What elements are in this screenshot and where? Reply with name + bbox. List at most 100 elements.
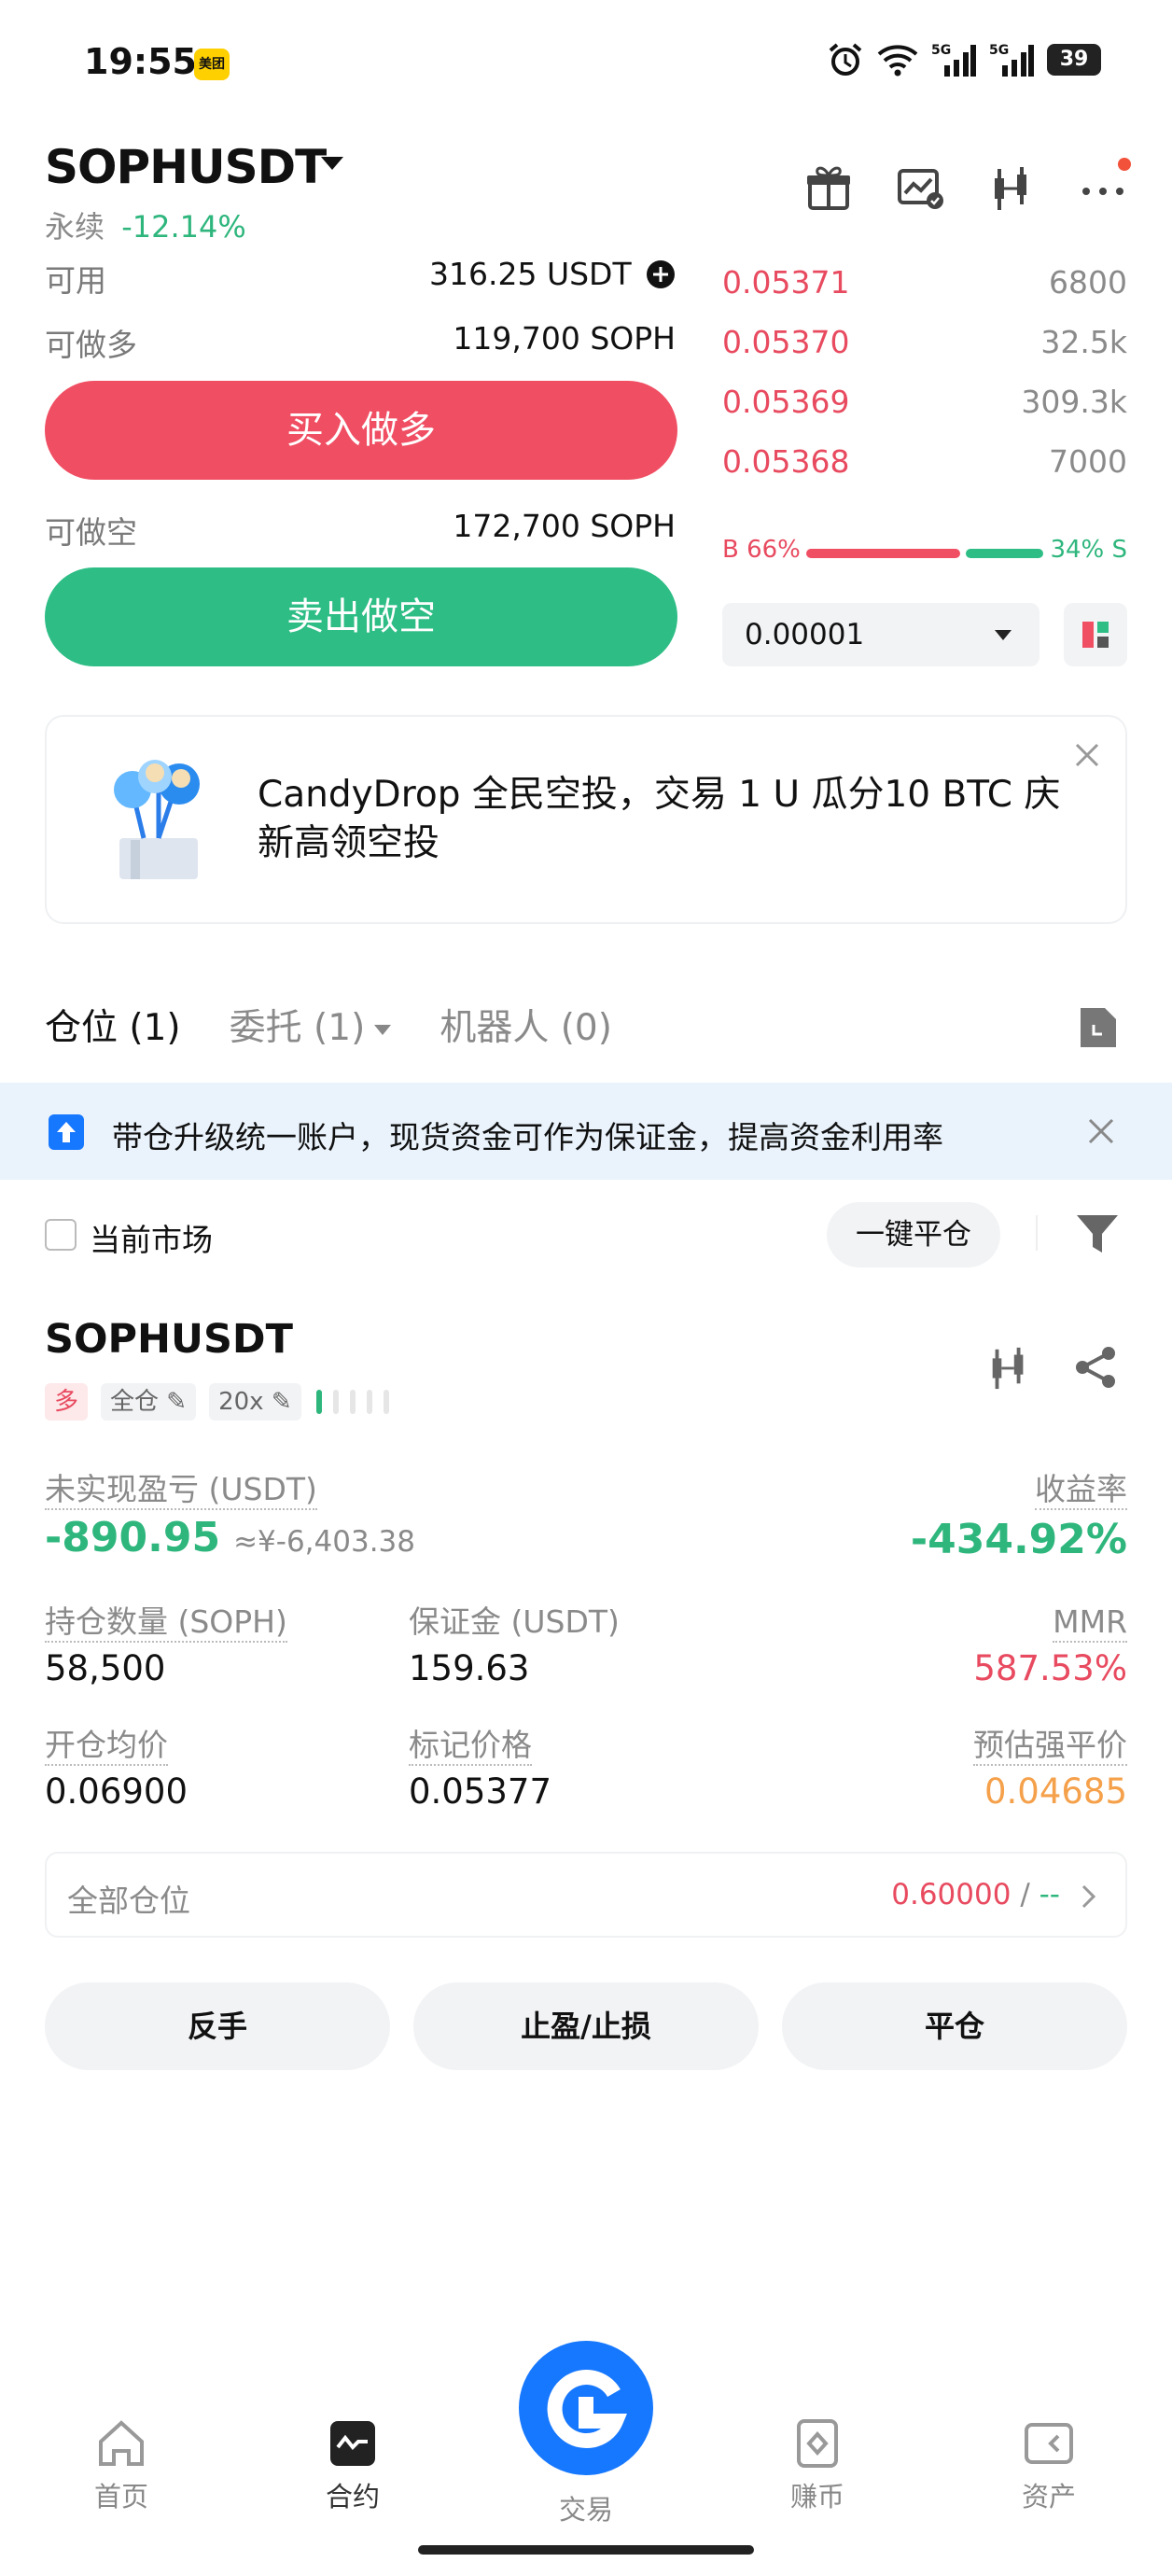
precision-value: 0.00001 (745, 618, 865, 651)
close-position-button[interactable]: 平仓 (782, 1982, 1127, 2070)
header-actions (804, 158, 1131, 212)
more-menu-icon[interactable] (1079, 158, 1131, 212)
divider (1036, 1215, 1038, 1251)
futures-icon (330, 2421, 375, 2466)
close-icon[interactable] (1073, 741, 1101, 769)
buy-sell-ratio: B 66% 34% S (722, 536, 1127, 569)
tab-positions[interactable]: 仓位 (1) (45, 999, 181, 1051)
notice-text: 带仓升级统一账户，现货资金可作为保证金，提高资金利用率 (112, 1119, 943, 1155)
margin-label: 保证金 (USDT) (409, 1603, 620, 1640)
roe-label[interactable]: 收益率 (1035, 1471, 1127, 1510)
current-market-checkbox[interactable] (45, 1219, 77, 1251)
orderbook: 0.05371 6800 0.05370 32.5k 0.05369 309.3… (722, 252, 1127, 504)
share-icon[interactable] (1073, 1344, 1120, 1391)
banner-text: CandyDrop 全民空投，交易 1 U 瓜分10 BTC 庆新高领空投 (258, 774, 1061, 864)
nav-home[interactable]: 首页 (47, 2419, 196, 2514)
liq-price-value: 0.04685 (984, 1771, 1127, 1812)
available-label: 可用 (45, 262, 106, 299)
upgrade-icon (49, 1114, 84, 1150)
precision-select[interactable]: 0.00001 (722, 603, 1039, 666)
chart-settings-icon[interactable] (896, 163, 944, 212)
reverse-button[interactable]: 反手 (45, 1982, 390, 2070)
size-label[interactable]: 持仓数量 (SOPH) (45, 1603, 287, 1643)
chevron-right-icon (1081, 1884, 1096, 1909)
tab-bots[interactable]: 机器人 (0) (440, 999, 612, 1051)
signal-5g-icon: 5G (931, 43, 976, 77)
nav-home-label: 首页 (93, 2481, 148, 2513)
earn-icon (797, 2419, 838, 2468)
roe-value: -434.92% (910, 1516, 1127, 1563)
nav-assets-label: 资产 (1021, 2481, 1076, 2513)
buy-long-button[interactable]: 买入做多 (45, 381, 677, 480)
home-indicator (418, 2545, 754, 2555)
status-icons: 5G 5G 39 (827, 41, 1101, 78)
mmr-label[interactable]: MMR (1053, 1603, 1127, 1643)
history-doc-icon[interactable] (1077, 1004, 1120, 1051)
orderbook-layout-button[interactable] (1064, 603, 1127, 666)
filter-icon[interactable] (1075, 1211, 1120, 1256)
orderbook-row[interactable]: 0.05370 32.5k (722, 312, 1127, 371)
orderbook-row[interactable]: 0.05369 309.3k (722, 371, 1127, 431)
tab-orders[interactable]: 委托 (1) (230, 999, 392, 1051)
tab-orders-label: 委托 (1) (229, 1007, 366, 1049)
pair-title[interactable]: SOPHUSDT (45, 140, 327, 194)
mmr-value: 587.53% (973, 1648, 1127, 1688)
ask-price: 0.05369 (722, 383, 850, 420)
side-badge: 多 (45, 1383, 89, 1421)
close-all-button[interactable]: 一键平仓 (827, 1202, 1000, 1267)
buy-ratio-bar (806, 549, 960, 558)
gift-icon[interactable] (804, 163, 853, 212)
mark-price-label[interactable]: 标记价格 (409, 1727, 532, 1766)
all-positions-row[interactable]: 全部仓位 0.60000 / -- (45, 1852, 1127, 1938)
nav-earn[interactable]: 赚币 (743, 2419, 892, 2514)
signal-5g-icon-2: 5G (989, 43, 1034, 77)
all-positions-extra: -- (1039, 1878, 1060, 1911)
nav-futures-label: 合约 (325, 2481, 380, 2513)
liq-price-label[interactable]: 预估强平价 (973, 1727, 1127, 1766)
all-positions-label: 全部仓位 (67, 1883, 190, 1919)
sell-short-button[interactable]: 卖出做空 (45, 567, 677, 666)
status-bar: 19:55 美团 5G 5G 39 (0, 0, 1172, 131)
margin-value: 159.63 (409, 1648, 530, 1688)
price-change: -12.14% (121, 209, 246, 245)
ask-qty: 7000 (1049, 442, 1127, 480)
edit-icon: ✎ (166, 1388, 188, 1416)
leverage-label: 20x (218, 1388, 264, 1416)
promo-banner[interactable]: CandyDrop 全民空投，交易 1 U 瓜分10 BTC 庆新高领空投 (45, 715, 1127, 924)
meituan-app-badge: 美团 (194, 49, 230, 80)
current-market-label: 当前市场 (90, 1222, 213, 1258)
pair-dropdown-icon[interactable] (321, 157, 343, 170)
ask-price: 0.05370 (722, 323, 850, 360)
nav-earn-label: 赚币 (789, 2481, 844, 2513)
nav-assets[interactable]: 资产 (974, 2419, 1123, 2514)
sell-ratio: 34% S (1050, 536, 1127, 564)
notification-dot (1118, 158, 1131, 171)
entry-price-label[interactable]: 开仓均价 (45, 1727, 168, 1766)
chevron-down-icon (374, 1025, 392, 1035)
tp-sl-button[interactable]: 止盈/止损 (413, 1982, 759, 2070)
nav-trade-button[interactable] (519, 2341, 653, 2475)
leverage-badge[interactable]: 20x ✎ (209, 1383, 301, 1421)
candlestick-icon[interactable] (985, 1344, 1032, 1391)
nav-trade-label: 交易 (558, 2494, 613, 2526)
can-short-label: 可做空 (45, 514, 137, 551)
close-icon[interactable] (1086, 1116, 1116, 1146)
add-funds-icon[interactable] (646, 259, 676, 289)
nav-futures[interactable]: 合约 (278, 2419, 427, 2514)
wifi-icon (877, 45, 918, 77)
orderbook-row[interactable]: 0.05368 7000 (722, 431, 1127, 491)
position-symbol[interactable]: SOPHUSDT (45, 1316, 293, 1363)
candlestick-icon[interactable] (987, 163, 1036, 212)
chevron-down-icon (995, 630, 1012, 640)
home-icon (99, 2420, 144, 2466)
upgrade-notice[interactable]: 带仓升级统一账户，现货资金可作为保证金，提高资金利用率 (0, 1083, 1172, 1180)
risk-level-indicator (315, 1390, 389, 1414)
buy-ratio: B 66% (722, 536, 801, 564)
ask-price: 0.05371 (722, 263, 850, 301)
unrealized-pnl-label[interactable]: 未实现盈亏 (USDT) (45, 1471, 317, 1510)
orderbook-row[interactable]: 0.05371 6800 (722, 252, 1127, 312)
mark-price-value: 0.05377 (409, 1771, 552, 1812)
market-type: 永续 (45, 209, 105, 245)
ask-price: 0.05368 (722, 442, 850, 480)
margin-mode-badge[interactable]: 全仓 ✎ (101, 1383, 197, 1421)
